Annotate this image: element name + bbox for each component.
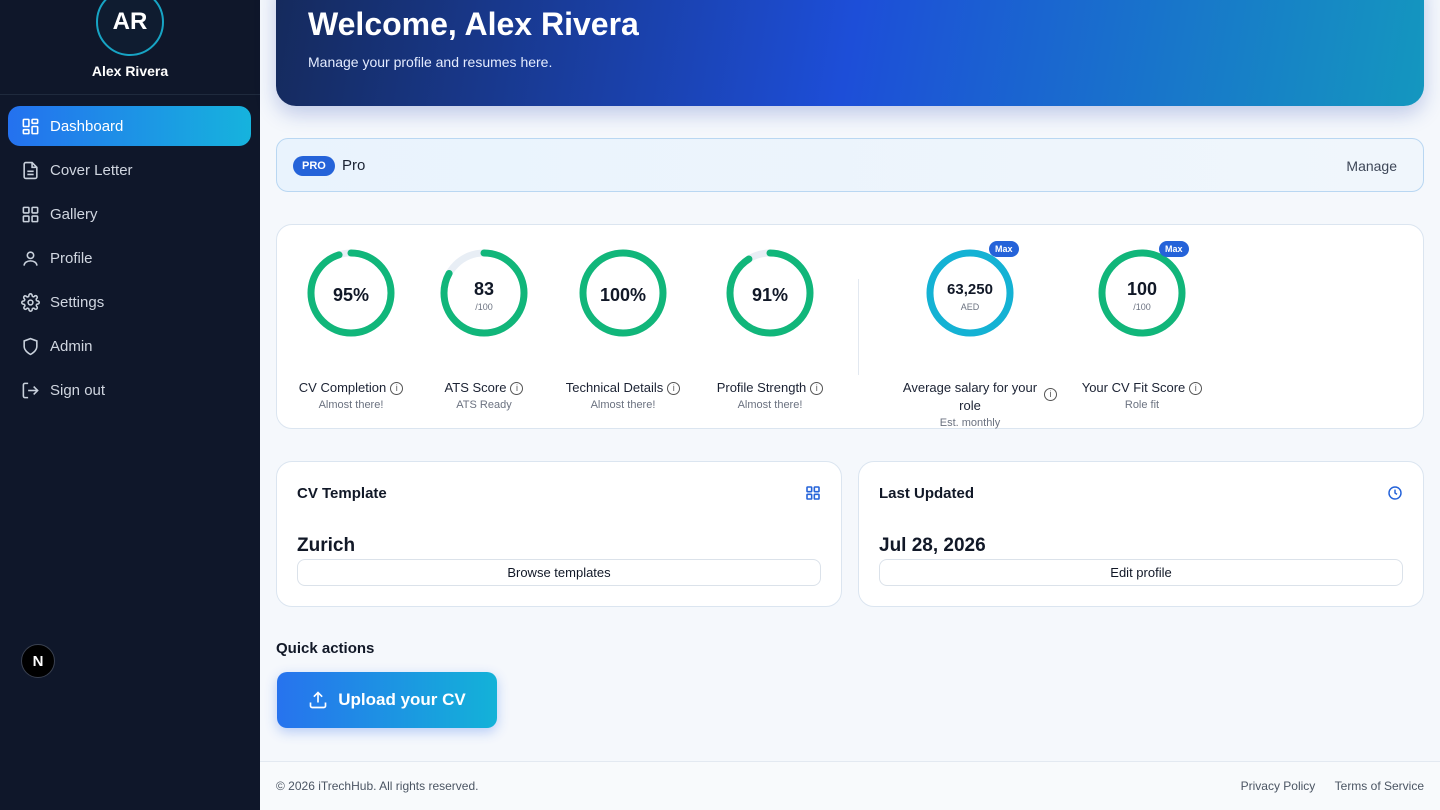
section-divider: [858, 279, 859, 375]
grid-icon: [22, 206, 39, 222]
score-ats[interactable]: 83 /100 ATS Score i ATS Ready: [425, 248, 543, 418]
score-hint: Almost there!: [590, 399, 656, 411]
welcome-banner: Welcome, Alex Rivera Manage your profile…: [276, 0, 1424, 106]
score-value: 95%: [332, 285, 370, 305]
score-label: Profile Strength i: [703, 379, 837, 397]
card-title: Last Updated: [879, 485, 975, 502]
subscription-banner: PRO Pro Manage: [276, 138, 1424, 192]
sidebar-item-label: Profile: [50, 249, 93, 267]
clock-icon: [1388, 486, 1402, 500]
sidebar-item-label: Sign out: [50, 381, 106, 399]
score-hint: Est. monthly: [939, 417, 1001, 429]
score-value: 100: [1126, 279, 1158, 299]
dev-badge[interactable]: N: [21, 644, 55, 678]
upload-cv-label: Upload your CV: [338, 690, 466, 709]
info-icon[interactable]: i: [667, 382, 681, 395]
score-hint: Almost there!: [737, 399, 803, 411]
avatar[interactable]: AR: [96, 0, 164, 56]
info-icon[interactable]: i: [1189, 382, 1203, 395]
info-icon[interactable]: i: [510, 382, 524, 395]
sidebar-item-gallery[interactable]: Gallery: [8, 194, 251, 234]
copyright-text: © 2026 iTrechHub. All rights reserved.: [276, 779, 479, 793]
sidebar-item-label: Gallery: [50, 205, 98, 223]
score-label: ATS Score i: [425, 379, 543, 397]
terms-of-service-link[interactable]: Terms of Service: [1335, 779, 1424, 793]
sidebar-item-settings[interactable]: Settings: [8, 282, 251, 322]
score-label: Technical Details i: [557, 379, 689, 397]
score-panel: 95% CV Completion i Almost there! 83 /100…: [276, 224, 1424, 429]
max-badge: Max: [1159, 241, 1189, 257]
sidebar-divider: [0, 94, 260, 95]
score-hint: Almost there!: [318, 399, 384, 411]
card-title: CV Template: [297, 485, 387, 502]
max-badge: Max: [989, 241, 1019, 257]
score-unit: /100: [475, 302, 493, 312]
last-updated-card: Last Updated Jul 28, 2026 Edit profile: [858, 461, 1424, 607]
sidebar-nav: Dashboard Cover Letter Gallery Profile S…: [8, 106, 251, 414]
info-icon[interactable]: i: [390, 382, 404, 395]
info-icon[interactable]: i: [1044, 388, 1057, 401]
sidebar-item-label: Cover Letter: [50, 161, 133, 179]
browse-templates-button[interactable]: Browse templates: [297, 559, 821, 586]
privacy-policy-link[interactable]: Privacy Policy: [1241, 779, 1316, 793]
score-cv-fit[interactable]: Max 100 /100 Your CV Fit Score i Role fit: [1075, 241, 1209, 418]
sidebar-item-label: Settings: [50, 293, 105, 311]
score-hint: Role fit: [1124, 399, 1160, 411]
plan-badge: PRO: [293, 156, 335, 176]
score-label: CV Completion i: [289, 379, 413, 397]
user-name: Alex Rivera: [91, 63, 169, 79]
score-technical-details[interactable]: 100% Technical Details i Almost there!: [557, 248, 689, 418]
footer: © 2026 iTrechHub. All rights reserved. P…: [260, 761, 1440, 810]
sidebar-item-dashboard[interactable]: Dashboard: [8, 106, 251, 146]
sidebar-item-label: Dashboard: [50, 117, 124, 135]
page-title: Welcome, Alex Rivera: [308, 6, 639, 42]
sidebar-item-label: Admin: [50, 337, 93, 355]
document-icon: [23, 161, 38, 179]
grid-icon[interactable]: [805, 485, 821, 501]
score-value: 100%: [599, 285, 647, 305]
footer-links: Privacy Policy Terms of Service: [1225, 779, 1424, 793]
edit-profile-button[interactable]: Edit profile: [879, 559, 1403, 586]
score-cv-completion[interactable]: 95% CV Completion i Almost there!: [289, 248, 413, 418]
score-value: 83: [473, 279, 495, 299]
dashboard-grid-icon: [22, 118, 39, 134]
info-icon[interactable]: i: [810, 382, 824, 395]
page-subtitle: Manage your profile and resumes here.: [308, 54, 553, 70]
sidebar-item-admin[interactable]: Admin: [8, 326, 251, 366]
sidebar-item-sign-out[interactable]: Sign out: [8, 370, 251, 410]
score-label: Average salary for your i role: [883, 379, 1057, 415]
score-label: Your CV Fit Score i: [1075, 379, 1209, 397]
last-updated-date: Jul 28, 2026: [879, 535, 986, 556]
score-value: 63,250: [947, 281, 993, 298]
manage-subscription-link[interactable]: Manage: [1346, 158, 1397, 174]
sidebar-item-profile[interactable]: Profile: [8, 238, 251, 278]
upload-icon: [309, 691, 327, 709]
cv-template-card: CV Template Zurich Browse templates: [276, 461, 842, 607]
quick-actions-title: Quick actions: [276, 640, 375, 657]
score-hint: ATS Ready: [456, 399, 512, 411]
sidebar: AR Alex Rivera Dashboard Cover Letter Ga…: [0, 0, 260, 810]
sign-out-icon: [22, 382, 39, 398]
score-unit: /100: [1133, 302, 1151, 312]
template-name: Zurich: [297, 535, 356, 556]
score-profile-strength[interactable]: 91% Profile Strength i Almost there!: [703, 248, 837, 418]
user-icon: [23, 250, 38, 266]
score-value: 91%: [751, 285, 789, 305]
score-unit: AED: [960, 302, 980, 312]
score-average-salary[interactable]: Max 63,250 AED Average salary for your i …: [883, 241, 1057, 429]
plan-name: Pro: [342, 157, 366, 174]
sidebar-item-cover-letter[interactable]: Cover Letter: [8, 150, 251, 190]
gear-icon: [21, 292, 40, 312]
shield-icon: [23, 337, 38, 355]
upload-cv-button[interactable]: Upload your CV: [277, 672, 497, 728]
